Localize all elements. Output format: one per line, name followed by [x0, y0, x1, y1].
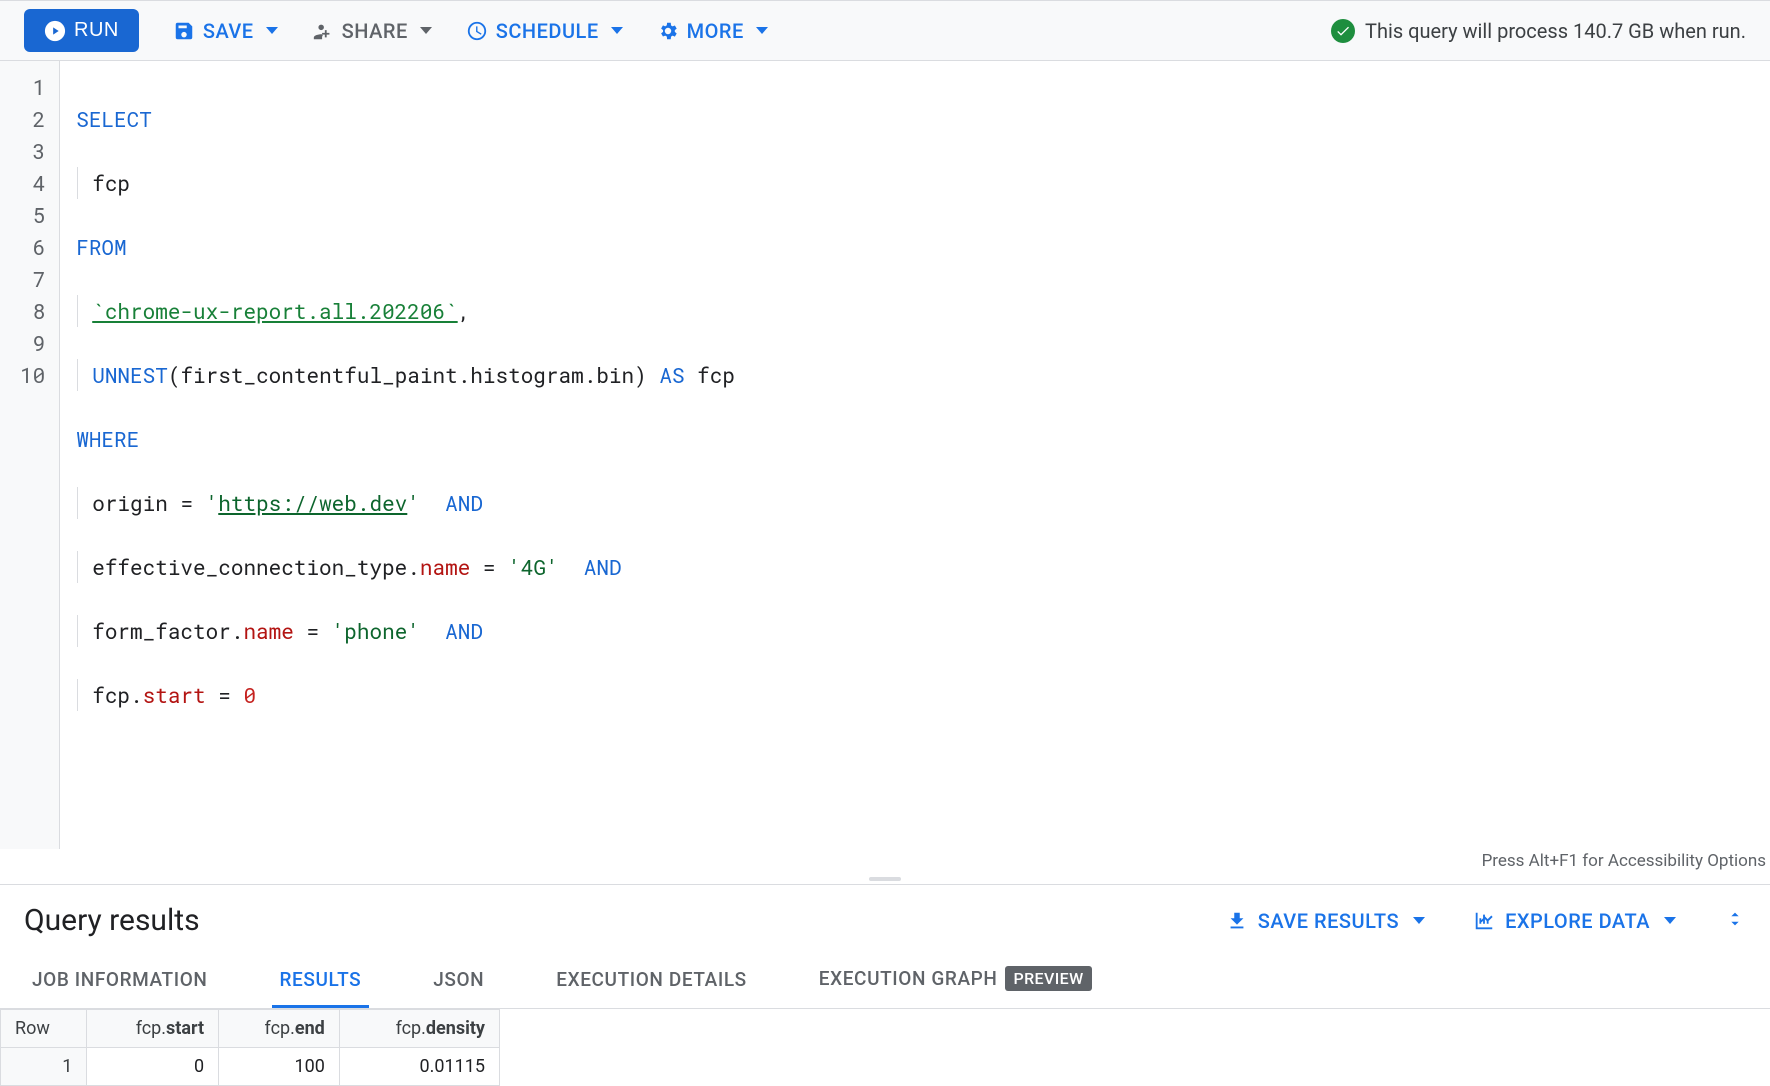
share-icon: [312, 20, 334, 42]
results-title: Query results: [24, 903, 200, 938]
chevron-down-icon: [756, 27, 768, 34]
cell-density: 0.01115: [339, 1048, 499, 1086]
resize-handle[interactable]: [0, 873, 1770, 885]
table-header-row: Row fcp.start fcp.end fcp.density: [1, 1010, 500, 1048]
query-status: This query will process 140.7 GB when ru…: [1331, 19, 1746, 43]
line-gutter: 1 2 3 4 5 6 7 8 9 10: [0, 61, 60, 849]
save-label: SAVE: [203, 19, 254, 43]
save-button[interactable]: SAVE: [173, 19, 278, 43]
col-fcp-density[interactable]: fcp.density: [339, 1010, 499, 1048]
save-icon: [173, 20, 195, 42]
col-fcp-start[interactable]: fcp.start: [87, 1010, 219, 1048]
gear-icon: [657, 20, 679, 42]
check-icon: [1331, 19, 1355, 43]
save-results-button[interactable]: SAVE RESULTS: [1226, 909, 1425, 933]
chevron-down-icon: [1413, 917, 1425, 924]
cell-row-idx: 1: [1, 1048, 87, 1086]
run-label: RUN: [74, 19, 119, 42]
cell-start: 0: [87, 1048, 219, 1086]
chart-icon: [1473, 910, 1495, 932]
table-row[interactable]: 1 0 100 0.01115: [1, 1048, 500, 1086]
tab-execution-details[interactable]: EXECUTION DETAILS: [548, 954, 755, 1008]
tab-execution-graph[interactable]: EXECUTION GRAPH PREVIEW: [811, 952, 1100, 1008]
more-label: MORE: [687, 19, 744, 43]
schedule-label: SCHEDULE: [496, 19, 599, 43]
code-area[interactable]: SELECT fcp FROM `chrome-ux-report.all.20…: [60, 61, 1770, 849]
save-results-label: SAVE RESULTS: [1258, 909, 1399, 933]
chevron-down-icon: [611, 27, 623, 34]
download-icon: [1226, 910, 1248, 932]
status-text: This query will process 140.7 GB when ru…: [1365, 19, 1746, 43]
share-button[interactable]: SHARE: [312, 19, 432, 43]
results-tabs: JOB INFORMATION RESULTS JSON EXECUTION D…: [0, 952, 1770, 1009]
results-table: Row fcp.start fcp.end fcp.density 1 0 10…: [0, 1009, 500, 1086]
explore-data-button[interactable]: EXPLORE DATA: [1473, 909, 1676, 933]
tab-results[interactable]: RESULTS: [272, 954, 370, 1008]
play-icon: [44, 20, 66, 42]
results-header: Query results SAVE RESULTS EXPLORE DATA: [0, 885, 1770, 952]
run-button[interactable]: RUN: [24, 9, 139, 52]
cell-end: 100: [219, 1048, 340, 1086]
expand-collapse-button[interactable]: [1724, 908, 1746, 934]
tab-json[interactable]: JSON: [425, 954, 492, 1008]
explore-data-label: EXPLORE DATA: [1505, 909, 1650, 933]
a11y-hint: Press Alt+F1 for Accessibility Options: [0, 849, 1770, 873]
schedule-button[interactable]: SCHEDULE: [466, 19, 623, 43]
chevron-down-icon: [1664, 917, 1676, 924]
chevron-down-icon: [266, 27, 278, 34]
col-fcp-end[interactable]: fcp.end: [219, 1010, 340, 1048]
share-label: SHARE: [342, 19, 408, 43]
preview-badge: PREVIEW: [1005, 966, 1091, 991]
more-button[interactable]: MORE: [657, 19, 768, 43]
toolbar: RUN SAVE SHARE SCHEDULE MORE This query …: [0, 0, 1770, 61]
schedule-icon: [466, 20, 488, 42]
chevron-down-icon: [420, 27, 432, 34]
unfold-icon: [1724, 908, 1746, 930]
sql-editor[interactable]: 1 2 3 4 5 6 7 8 9 10 SELECT fcp FROM `ch…: [0, 61, 1770, 849]
col-row[interactable]: Row: [1, 1010, 87, 1048]
tab-job-information[interactable]: JOB INFORMATION: [24, 954, 216, 1008]
